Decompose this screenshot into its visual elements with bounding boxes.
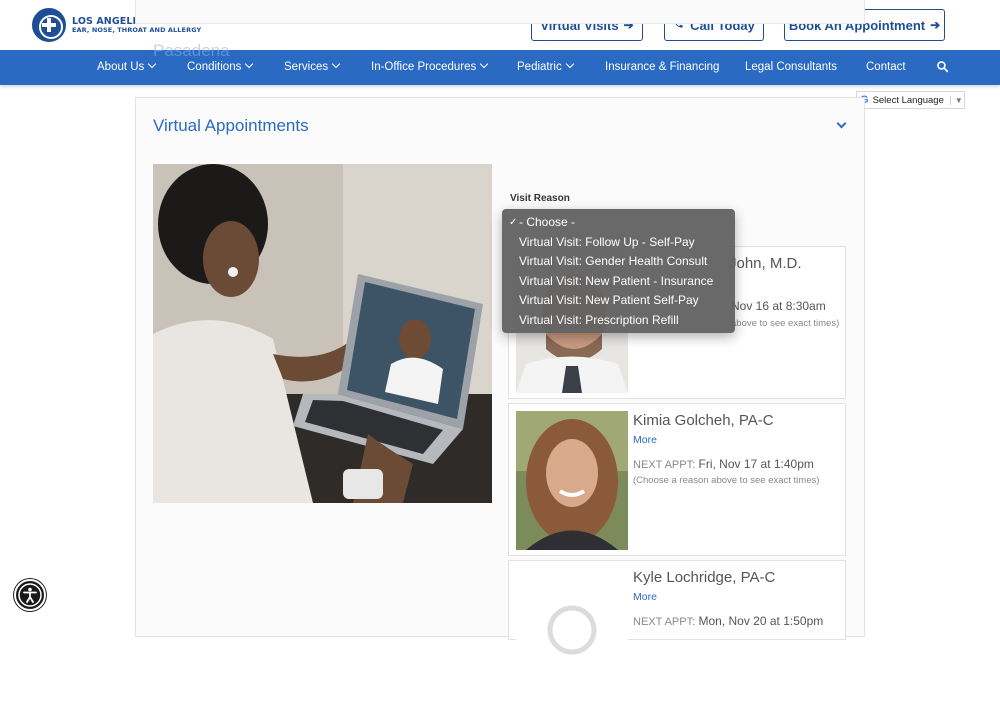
next-appointment[interactable]: NEXT APPT: Mon, Nov 20 at 1:50pm: [633, 614, 823, 628]
visit-reason-label: Visit Reason: [510, 193, 570, 204]
logo-seal-icon: [32, 8, 66, 42]
more-link[interactable]: More: [633, 591, 657, 603]
nav-item-insurance-financing[interactable]: Insurance & Financing: [605, 50, 719, 85]
provider-photo-loading: [516, 568, 628, 707]
chevron-down-icon: [480, 59, 489, 69]
check-icon: ✓: [509, 217, 518, 228]
next-appointment-value: Fri, Nov 17 at 1:40pm: [698, 457, 814, 471]
next-appointment-value: Nov 16 at 8:30am: [731, 299, 826, 313]
chevron-down-icon: [245, 59, 254, 69]
next-appointment-value: Mon, Nov 20 at 1:50pm: [698, 614, 824, 628]
provider-name[interactable]: Kimia Golcheh, PA-C: [633, 412, 774, 429]
logo-line-2: EAR, NOSE, THROAT AND ALLERGY: [72, 25, 202, 34]
dropdown-option[interactable]: Virtual Visit: Follow Up - Self-Pay: [502, 233, 735, 253]
dropdown-option[interactable]: Virtual Visit: New Patient Self-Pay: [502, 291, 735, 311]
nav-item-in-office-procedures[interactable]: In-Office Procedures: [371, 50, 489, 85]
provider-name[interactable]: Kyle Lochridge, PA-C: [633, 569, 775, 586]
next-appointment[interactable]: NEXT APPT: Fri, Nov 17 at 1:40pm: [633, 457, 814, 471]
main-nav: About Us Conditions Services In-Office P…: [0, 50, 1000, 85]
dropdown-option[interactable]: ✓ - Choose -: [502, 213, 735, 233]
virtual-visit-photo: [153, 164, 492, 503]
visit-reason-dropdown[interactable]: ✓ - Choose - Virtual Visit: Follow Up - S…: [502, 209, 735, 333]
ghost-accordion-title: Pasadena: [153, 41, 230, 60]
google-translate-select[interactable]: G Select Language ▼: [856, 91, 965, 109]
dropdown-option[interactable]: Virtual Visit: Prescription Refill: [502, 311, 735, 331]
chevron-down-icon: [565, 59, 574, 69]
chevron-down-icon: [331, 59, 341, 69]
accordion-title[interactable]: Virtual Appointments: [153, 116, 309, 136]
dropdown-option[interactable]: Virtual Visit: New Patient - Insurance: [502, 272, 735, 292]
next-appointment[interactable]: Nov 16 at 8:30am: [731, 299, 826, 313]
arrow-right-icon: ➔: [930, 18, 941, 32]
dropdown-option[interactable]: Virtual Visit: Gender Health Consult: [502, 252, 735, 272]
next-appointment-label: NEXT APPT:: [633, 459, 696, 471]
search-icon[interactable]: [936, 60, 950, 74]
next-appointment-label: NEXT APPT:: [633, 616, 696, 628]
accessibility-icon[interactable]: [14, 579, 46, 611]
previous-accordion-strip: [135, 0, 865, 24]
provider-name[interactable]: John, M.D.: [729, 255, 802, 272]
provider-card: Kyle Lochridge, PA-C More NEXT APPT: Mon…: [508, 560, 846, 707]
provider-card: Kimia Golcheh, PA-C More NEXT APPT: Fri,…: [508, 403, 846, 556]
translate-label: Select Language: [872, 94, 944, 106]
chevron-down-icon: [148, 59, 157, 69]
appointment-hint: above to see exact times): [731, 318, 840, 329]
appointment-hint: (Choose a reason above to see exact time…: [633, 475, 820, 486]
more-link[interactable]: More: [633, 434, 657, 446]
nav-item-legal-consultants[interactable]: Legal Consultants: [745, 50, 837, 85]
nav-item-pediatric[interactable]: Pediatric: [517, 50, 574, 85]
nav-item-contact[interactable]: Contact: [866, 50, 906, 85]
provider-photo: [516, 411, 628, 550]
nav-item-services[interactable]: Services: [284, 50, 341, 85]
nav-item-about-us[interactable]: About Us: [97, 50, 157, 85]
dropdown-arrow-icon: ▼: [949, 95, 963, 105]
